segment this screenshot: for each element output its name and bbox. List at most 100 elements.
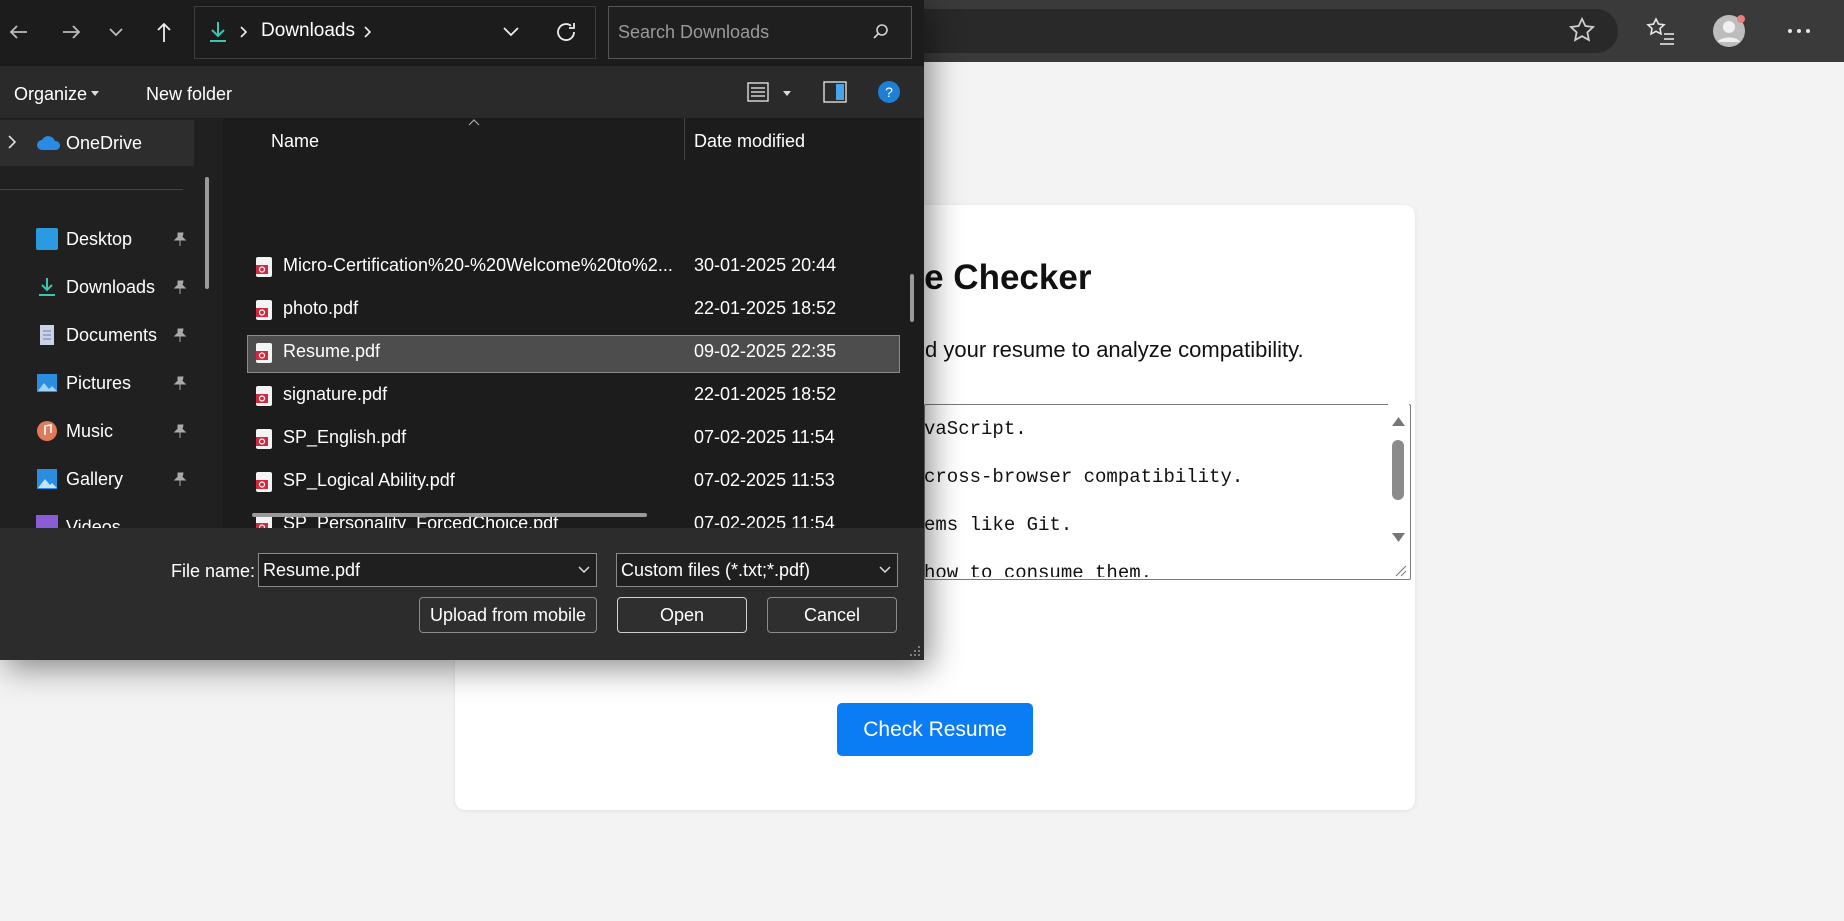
pin-icon[interactable] (172, 423, 188, 439)
file-date: 07-02-2025 11:54 (694, 427, 835, 447)
nav-item-downloads[interactable]: Downloads (36, 267, 155, 307)
column-date-modified[interactable]: Date modified (694, 131, 805, 152)
cancel-button[interactable]: Cancel (767, 597, 897, 633)
nav-item-desktop[interactable]: Desktop (36, 219, 132, 259)
downloads-folder-icon (210, 22, 226, 42)
scroll-up-icon[interactable] (1391, 415, 1406, 427)
nav-label: Gallery (66, 468, 124, 489)
file-name-dropdown-icon[interactable] (577, 563, 591, 577)
profile-avatar-icon[interactable] (1712, 14, 1746, 48)
nav-divider (0, 189, 183, 190)
nav-scrollbar[interactable] (205, 177, 209, 289)
nav-item-documents[interactable]: Documents (36, 315, 157, 355)
textarea-line: vaScript. (924, 418, 1027, 440)
file-type-value: Custom files (*.txt;*.pdf) (621, 559, 811, 580)
back-arrow-icon[interactable] (5, 18, 33, 46)
file-open-dialog: Downloads Search Downloads Organize New … (0, 0, 924, 660)
textarea-line: how to consume them. (924, 562, 1153, 577)
pdf-file-icon (256, 386, 272, 406)
file-type-select[interactable]: Custom files (*.txt;*.pdf) (616, 553, 898, 587)
textarea-scroll-thumb[interactable] (1392, 440, 1404, 500)
resize-grip-icon[interactable] (1393, 563, 1407, 577)
address-bar[interactable] (880, 9, 1618, 53)
view-list-icon[interactable] (746, 80, 770, 104)
sort-up-icon (468, 119, 480, 126)
videos-icon (36, 515, 58, 528)
file-date: 07-02-2025 11:53 (694, 470, 835, 490)
gallery-icon (37, 469, 57, 489)
file-list-vscrollbar[interactable] (910, 274, 914, 322)
breadcrumb-downloads[interactable]: Downloads (261, 20, 355, 42)
pin-icon[interactable] (172, 279, 188, 295)
nav-onedrive-label: OneDrive (66, 133, 143, 153)
new-folder-button[interactable]: New folder (146, 84, 232, 105)
help-icon[interactable]: ? (877, 80, 901, 104)
pin-icon[interactable] (172, 327, 188, 343)
expand-chevron-icon[interactable] (6, 134, 18, 150)
scroll-down-icon[interactable] (1391, 532, 1406, 544)
file-name: Resume.pdf (283, 341, 381, 361)
pin-icon[interactable] (172, 471, 188, 487)
file-date: 22-01-2025 18:52 (694, 298, 837, 318)
nav-label: Music (66, 420, 114, 441)
favorites-list-icon[interactable] (1644, 14, 1678, 48)
open-button[interactable]: Open (617, 597, 747, 633)
download-icon (39, 278, 55, 296)
nav-item-music[interactable]: Music (36, 411, 113, 451)
column-divider[interactable] (684, 118, 685, 160)
nav-item-videos[interactable]: Videos (36, 507, 121, 528)
nav-label: Downloads (66, 276, 156, 297)
up-arrow-icon[interactable] (150, 18, 178, 46)
dialog-footer (0, 528, 924, 660)
nav-item-pictures[interactable]: Pictures (36, 363, 131, 403)
path-dropdown-chevron-icon[interactable] (501, 24, 521, 40)
file-type-dropdown-icon[interactable] (878, 563, 892, 577)
svg-text:?: ? (885, 84, 893, 100)
pin-icon[interactable] (172, 231, 188, 247)
pdf-file-icon (256, 472, 272, 492)
file-name: photo.pdf (283, 298, 359, 318)
organize-caret-icon[interactable] (90, 90, 100, 98)
pdf-file-icon (256, 343, 272, 363)
recent-chevron-down-icon[interactable] (102, 18, 130, 46)
file-list-hscrollbar[interactable] (252, 513, 647, 517)
view-caret-icon[interactable] (782, 90, 792, 98)
more-menu-icon[interactable] (1782, 14, 1816, 48)
file-name: SP_English.pdf (283, 427, 407, 447)
column-name[interactable]: Name (271, 131, 319, 152)
nav-item-gallery[interactable]: Gallery (36, 459, 123, 499)
pdf-file-icon (256, 257, 272, 277)
refresh-icon[interactable] (553, 19, 579, 45)
file-date: 09-02-2025 22:35 (694, 341, 837, 361)
file-name: SP_Logical Ability.pdf (283, 470, 455, 490)
pdf-file-icon (256, 300, 272, 320)
file-name-input[interactable]: Resume.pdf (258, 553, 597, 587)
file-date: 30-01-2025 20:44 (694, 255, 837, 275)
dialog-resize-grip-icon[interactable] (909, 645, 921, 657)
nav-label: Pictures (66, 372, 132, 393)
breadcrumb-chevron-icon[interactable] (362, 25, 374, 39)
preview-pane-icon[interactable] (823, 81, 847, 103)
nav-label: Videos (66, 517, 121, 528)
upload-from-mobile-button[interactable]: Upload from mobile (419, 597, 597, 633)
forward-arrow-icon[interactable] (57, 18, 85, 46)
pin-icon[interactable] (172, 375, 188, 391)
nav-label: Documents (66, 324, 158, 345)
breadcrumb-chevron-icon[interactable] (238, 25, 250, 39)
nav-label: Desktop (66, 228, 133, 249)
pictures-icon (37, 374, 57, 392)
search-icon[interactable] (871, 22, 891, 42)
onedrive-cloud-icon (37, 136, 61, 150)
check-resume-button[interactable]: Check Resume (837, 703, 1033, 756)
organize-menu[interactable]: Organize (14, 84, 87, 105)
path-breadcrumb-bar[interactable] (194, 6, 596, 59)
page-subtitle: d your resume to analyze compatibility. (925, 337, 1304, 362)
favorite-star-icon[interactable] (1568, 16, 1596, 44)
file-name: signature.pdf (283, 384, 388, 404)
file-name: Micro-Certification%20-%20Welcome%20to%2… (283, 255, 673, 275)
documents-icon (40, 325, 54, 345)
file-date: 22-01-2025 18:52 (694, 384, 837, 404)
textarea-line: cross-browser compatibility. (924, 466, 1244, 488)
search-placeholder: Search Downloads (618, 22, 770, 42)
textarea-line: ems like Git. (924, 514, 1073, 536)
